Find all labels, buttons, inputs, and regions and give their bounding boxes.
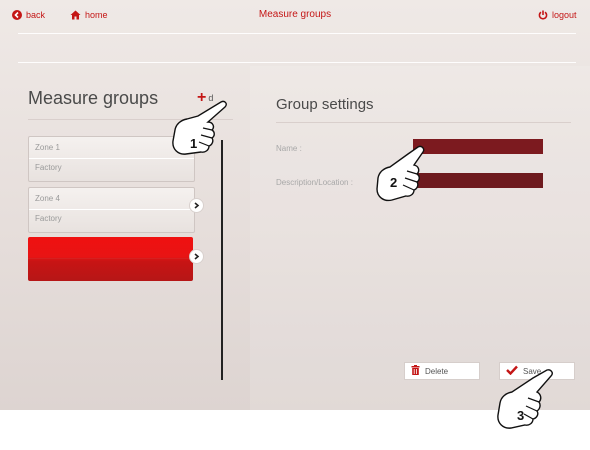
group-card-zone-4[interactable]: Zone 4 Factory bbox=[28, 187, 195, 233]
group-location: Factory bbox=[35, 163, 62, 172]
power-icon bbox=[538, 10, 548, 20]
chevron-right-icon bbox=[193, 253, 200, 260]
group-name: Zone 1 bbox=[35, 143, 60, 152]
logout-label: logout bbox=[552, 10, 577, 20]
page-title: Measure groups bbox=[258, 9, 332, 20]
top-divider bbox=[18, 33, 576, 34]
settings-heading: Group settings bbox=[276, 96, 374, 113]
trash-icon bbox=[411, 365, 420, 377]
open-group-button[interactable] bbox=[189, 198, 204, 213]
group-card-new[interactable] bbox=[28, 237, 193, 281]
card-divider bbox=[29, 209, 194, 210]
card-divider bbox=[28, 258, 193, 259]
logout-button[interactable]: logout bbox=[538, 10, 577, 20]
pointing-hand-icon bbox=[497, 369, 553, 429]
group-location: Factory bbox=[35, 214, 62, 223]
description-label: Description/Location : bbox=[276, 178, 353, 187]
chevron-right-icon bbox=[193, 202, 200, 209]
header-divider bbox=[18, 62, 576, 63]
step-number: 1 bbox=[190, 136, 198, 151]
delete-label: Delete bbox=[425, 366, 449, 376]
right-divider bbox=[276, 122, 571, 123]
top-bar: back home Measure groups logout bbox=[0, 0, 590, 30]
pointing-hand-icon bbox=[172, 100, 227, 155]
list-scrollbar[interactable] bbox=[221, 140, 223, 380]
app-window: back home Measure groups logout Measure … bbox=[0, 0, 590, 429]
groups-heading: Measure groups bbox=[28, 88, 159, 108]
step-number: 3 bbox=[517, 408, 525, 423]
pointing-hand-icon bbox=[376, 145, 425, 202]
step-number: 2 bbox=[390, 175, 398, 190]
open-group-button[interactable] bbox=[189, 249, 204, 264]
name-label: Name : bbox=[276, 144, 302, 153]
group-name: Zone 4 bbox=[35, 194, 60, 203]
delete-button[interactable]: Delete bbox=[404, 362, 480, 380]
right-panel bbox=[250, 66, 590, 410]
